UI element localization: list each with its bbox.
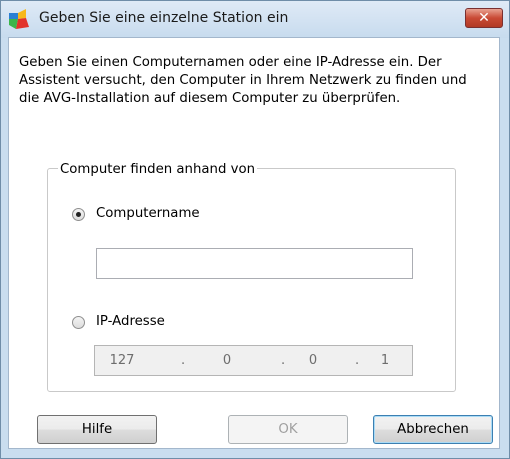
radio-selected-dot	[76, 212, 81, 217]
ip-address-field[interactable]: 127 . 0 . 0 . 1	[94, 345, 413, 376]
ip-separator: .	[355, 353, 360, 368]
avg-logo-icon	[9, 9, 29, 29]
help-button[interactable]: Hilfe	[37, 415, 157, 444]
computername-radio[interactable]	[72, 208, 85, 221]
instruction-text: Geben Sie einen Computernamen oder eine …	[19, 55, 467, 106]
title-bar[interactable]: Geben Sie eine einzelne Station ein ✕	[1, 1, 509, 38]
search-method-legend: Computer finden anhand von	[58, 162, 258, 177]
ip-address-radio[interactable]	[72, 316, 85, 329]
ip-separator: .	[281, 353, 286, 368]
dialog-title: Geben Sie eine einzelne Station ein	[39, 10, 289, 26]
close-icon: ✕	[478, 10, 490, 26]
cancel-button[interactable]: Abbrechen	[373, 415, 493, 444]
computername-radio-label[interactable]: Computername	[96, 206, 200, 221]
ip-separator: .	[181, 353, 186, 368]
ip-octet-1[interactable]: 127	[107, 353, 137, 368]
ip-octet-3[interactable]: 0	[298, 353, 328, 368]
computername-input[interactable]	[96, 248, 413, 279]
ip-address-radio-label[interactable]: IP-Adresse	[96, 314, 165, 329]
close-button[interactable]: ✕	[465, 8, 503, 28]
ip-octet-4[interactable]: 1	[370, 353, 400, 368]
ok-button[interactable]: OK	[228, 415, 348, 444]
ip-octet-2[interactable]: 0	[212, 353, 242, 368]
